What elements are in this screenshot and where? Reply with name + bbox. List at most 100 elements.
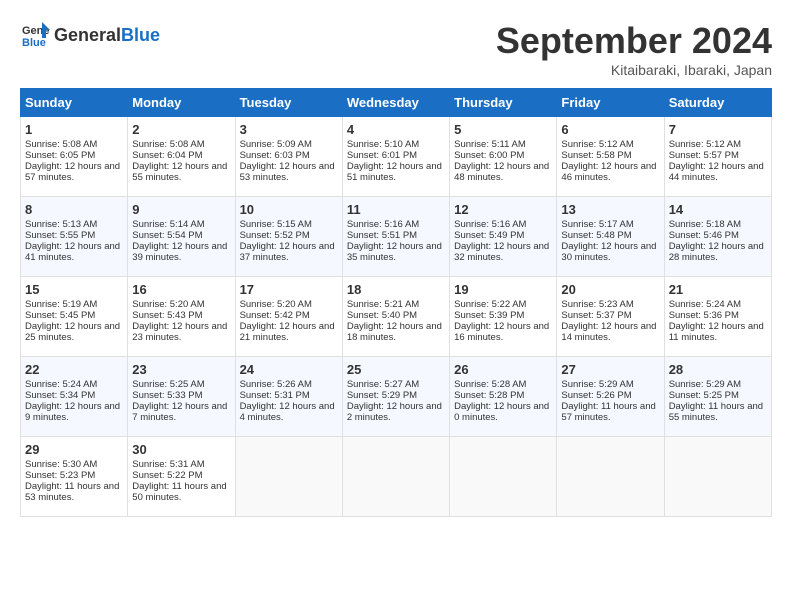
day-number: 1 (25, 122, 123, 137)
day-number: 27 (561, 362, 659, 377)
daylight: Daylight: 12 hours and 35 minutes. (347, 241, 442, 263)
sunset: Sunset: 5:22 PM (132, 470, 202, 481)
sunrise: Sunrise: 5:13 AM (25, 219, 97, 230)
day-number: 8 (25, 202, 123, 217)
sunrise: Sunrise: 5:31 AM (132, 459, 204, 470)
daylight: Daylight: 12 hours and 55 minutes. (132, 161, 227, 183)
sunrise: Sunrise: 5:24 AM (25, 379, 97, 390)
table-row: 14Sunrise: 5:18 AMSunset: 5:46 PMDayligh… (664, 197, 771, 277)
table-row: 12Sunrise: 5:16 AMSunset: 5:49 PMDayligh… (450, 197, 557, 277)
day-number: 26 (454, 362, 552, 377)
month-title: September 2024 (496, 20, 772, 62)
sunrise: Sunrise: 5:12 AM (669, 139, 741, 150)
sunrise: Sunrise: 5:20 AM (240, 299, 312, 310)
table-row: 11Sunrise: 5:16 AMSunset: 5:51 PMDayligh… (342, 197, 449, 277)
table-row: 26Sunrise: 5:28 AMSunset: 5:28 PMDayligh… (450, 357, 557, 437)
table-row: 30 Sunrise: 5:31 AMSunset: 5:22 PMDayligh… (128, 437, 235, 517)
day-number: 20 (561, 282, 659, 297)
daylight: Daylight: 12 hours and 21 minutes. (240, 321, 335, 343)
sunset: Sunset: 5:25 PM (669, 390, 739, 401)
sunset: Sunset: 6:01 PM (347, 150, 417, 161)
sunset: Sunset: 5:46 PM (669, 230, 739, 241)
header-tuesday: Tuesday (235, 89, 342, 117)
sunset: Sunset: 5:48 PM (561, 230, 631, 241)
header-thursday: Thursday (450, 89, 557, 117)
sunset: Sunset: 6:04 PM (132, 150, 202, 161)
day-number: 11 (347, 202, 445, 217)
table-row: 18 Sunrise: 5:21 AMSunset: 5:40 PMDayligh… (342, 277, 449, 357)
daylight: Daylight: 12 hours and 7 minutes. (132, 401, 227, 423)
table-row: 27Sunrise: 5:29 AMSunset: 5:26 PMDayligh… (557, 357, 664, 437)
sunrise: Sunrise: 5:09 AM (240, 139, 312, 150)
table-row: 1Sunrise: 5:08 AMSunset: 6:05 PMDaylight… (21, 117, 128, 197)
table-row: 5Sunrise: 5:11 AMSunset: 6:00 PMDaylight… (450, 117, 557, 197)
daylight: Daylight: 12 hours and 46 minutes. (561, 161, 656, 183)
sunrise: Sunrise: 5:22 AM (454, 299, 526, 310)
daylight: Daylight: 12 hours and 48 minutes. (454, 161, 549, 183)
day-number: 13 (561, 202, 659, 217)
sunset: Sunset: 5:23 PM (25, 470, 95, 481)
sunset: Sunset: 5:40 PM (347, 310, 417, 321)
sunset: Sunset: 5:45 PM (25, 310, 95, 321)
sunset: Sunset: 5:28 PM (454, 390, 524, 401)
sunrise: Sunrise: 5:20 AM (132, 299, 204, 310)
day-number: 2 (132, 122, 230, 137)
sunrise: Sunrise: 5:19 AM (25, 299, 97, 310)
day-number: 6 (561, 122, 659, 137)
day-number: 15 (25, 282, 123, 297)
daylight: Daylight: 12 hours and 2 minutes. (347, 401, 442, 423)
day-number: 22 (25, 362, 123, 377)
day-number: 23 (132, 362, 230, 377)
day-number: 17 (240, 282, 338, 297)
daylight: Daylight: 12 hours and 14 minutes. (561, 321, 656, 343)
daylight: Daylight: 12 hours and 53 minutes. (240, 161, 335, 183)
daylight: Daylight: 12 hours and 32 minutes. (454, 241, 549, 263)
daylight: Daylight: 12 hours and 57 minutes. (25, 161, 120, 183)
day-number: 10 (240, 202, 338, 217)
day-number: 30 (132, 442, 230, 457)
sunset: Sunset: 5:39 PM (454, 310, 524, 321)
logo-text-general: General (54, 25, 121, 46)
table-row (235, 437, 342, 517)
day-number: 19 (454, 282, 552, 297)
daylight: Daylight: 12 hours and 44 minutes. (669, 161, 764, 183)
header-friday: Friday (557, 89, 664, 117)
sunrise: Sunrise: 5:26 AM (240, 379, 312, 390)
daylight: Daylight: 12 hours and 39 minutes. (132, 241, 227, 263)
daylight: Daylight: 12 hours and 18 minutes. (347, 321, 442, 343)
header-monday: Monday (128, 89, 235, 117)
sunset: Sunset: 5:51 PM (347, 230, 417, 241)
sunrise: Sunrise: 5:18 AM (669, 219, 741, 230)
sunrise: Sunrise: 5:28 AM (454, 379, 526, 390)
table-row: 19Sunrise: 5:22 AMSunset: 5:39 PMDayligh… (450, 277, 557, 357)
day-number: 18 (347, 282, 445, 297)
daylight: Daylight: 11 hours and 50 minutes. (132, 481, 226, 503)
header-wednesday: Wednesday (342, 89, 449, 117)
location: Kitaibaraki, Ibaraki, Japan (496, 62, 772, 78)
sunrise: Sunrise: 5:15 AM (240, 219, 312, 230)
table-row (342, 437, 449, 517)
calendar-week-3: 15 Sunrise: 5:19 AMSunset: 5:45 PM Dayligh… (21, 277, 772, 357)
sunset: Sunset: 5:29 PM (347, 390, 417, 401)
sunset: Sunset: 5:31 PM (240, 390, 310, 401)
sunset: Sunset: 5:36 PM (669, 310, 739, 321)
svg-text:Blue: Blue (22, 37, 46, 49)
table-row: 16Sunrise: 5:20 AMSunset: 5:43 PMDayligh… (128, 277, 235, 357)
sunrise: Sunrise: 5:08 AM (25, 139, 97, 150)
table-row: 3Sunrise: 5:09 AMSunset: 6:03 PMDaylight… (235, 117, 342, 197)
table-row: 21Sunrise: 5:24 AMSunset: 5:36 PMDayligh… (664, 277, 771, 357)
day-number: 14 (669, 202, 767, 217)
sunrise: Sunrise: 5:21 AM (347, 299, 419, 310)
sunrise: Sunrise: 5:29 AM (561, 379, 633, 390)
sunrise: Sunrise: 5:27 AM (347, 379, 419, 390)
calendar-week-1: 1Sunrise: 5:08 AMSunset: 6:05 PMDaylight… (21, 117, 772, 197)
day-number: 16 (132, 282, 230, 297)
sunset: Sunset: 5:55 PM (25, 230, 95, 241)
table-row: 20Sunrise: 5:23 AMSunset: 5:37 PMDayligh… (557, 277, 664, 357)
header-saturday: Saturday (664, 89, 771, 117)
daylight: Daylight: 12 hours and 11 minutes. (669, 321, 764, 343)
day-number: 25 (347, 362, 445, 377)
sunset: Sunset: 5:33 PM (132, 390, 202, 401)
daylight: Daylight: 12 hours and 51 minutes. (347, 161, 442, 183)
daylight: Daylight: 12 hours and 9 minutes. (25, 401, 120, 423)
